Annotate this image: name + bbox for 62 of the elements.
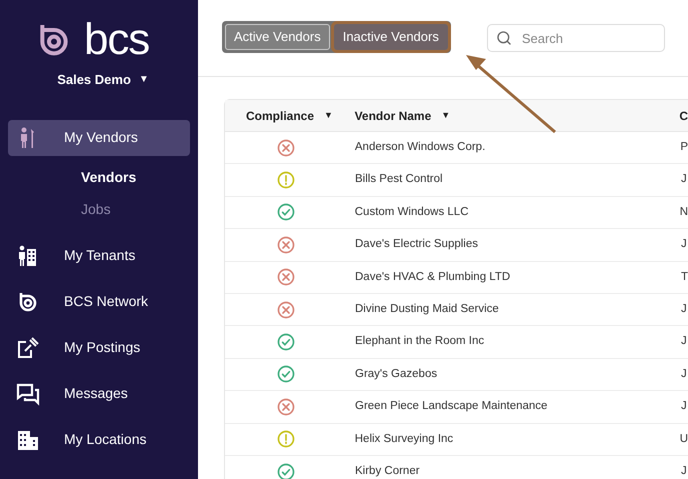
nav-item[interactable]: My Postings [8, 330, 190, 366]
table-cell-text: J [681, 302, 687, 318]
table-cell-text: N [680, 204, 688, 220]
table-cell-text: J [681, 366, 687, 382]
nav-item[interactable]: My Locations [8, 422, 190, 458]
table-row[interactable]: Kirby Corner J [225, 456, 688, 479]
table-row[interactable]: Dave's HVAC & Plumbing LTD T [225, 262, 688, 294]
nav-item[interactable]: Messages [8, 376, 190, 412]
table-cell-text: J [681, 172, 687, 188]
check-circle-icon [277, 203, 295, 222]
vendor-name: Custom Windows LLC [354, 204, 470, 220]
warning-circle-icon [277, 171, 295, 190]
error-circle-icon [277, 398, 295, 416]
nav-subitem[interactable]: Jobs [0, 194, 198, 226]
table-row[interactable]: Helix Surveying Inc U [225, 424, 688, 456]
nav-item[interactable]: BCS Network [8, 284, 190, 320]
search-field[interactable]: Search [486, 24, 665, 52]
account-dropdown[interactable]: Sales Demo ▼ [49, 70, 149, 90]
warning-circle-icon [277, 430, 295, 448]
table-row[interactable]: Custom Windows LLC N [225, 196, 688, 230]
table-row[interactable]: Divine Dusting Maid Service J [225, 294, 688, 326]
table-cell-text: J [681, 399, 687, 414]
logo-text: bcs [84, 18, 150, 62]
tab[interactable]: Active Vendors [225, 24, 330, 50]
vendor-name: Helix Surveying Inc [354, 432, 454, 447]
error-circle-icon [277, 236, 295, 254]
check-circle-icon [277, 365, 295, 384]
vendor-name: Bills Pest Control [355, 172, 444, 188]
vendor-name: Anderson Windows Corp. [354, 140, 486, 156]
vendor-name: Gray's Gazebos [355, 366, 438, 382]
column-header: C [679, 108, 688, 124]
nav-item[interactable]: My Vendors [8, 120, 190, 156]
tab[interactable]: Inactive Vendors [334, 24, 448, 50]
table-cell-text: P [680, 140, 688, 156]
check-circle-icon [277, 333, 295, 352]
table-row[interactable]: Gray's Gazebos J [225, 358, 688, 392]
vendor-name: Divine Dusting Maid Service [355, 302, 500, 318]
vendor-name: Dave's Electric Supplies [355, 237, 479, 252]
column-header[interactable]: Vendor Name ▼ [354, 106, 680, 124]
vendor-name: Dave's HVAC & Plumbing LTD [355, 270, 512, 285]
error-circle-icon [277, 300, 295, 319]
table-cell-text: J [681, 464, 687, 479]
table-row[interactable]: Elephant in the Room Inc J [225, 326, 688, 359]
table-row[interactable]: Anderson Windows Corp. P [225, 132, 688, 164]
table-cell-text: T [680, 270, 688, 285]
nav-item[interactable]: My Tenants [8, 238, 190, 274]
vendor-name: Green Piece Landscape Maintenance [355, 399, 548, 414]
chat-icon [16, 382, 40, 406]
vendor-name: Kirby Corner [355, 464, 421, 479]
error-circle-icon [277, 268, 295, 286]
table-cell-text: U [680, 432, 688, 447]
table-cell-text: J [681, 334, 687, 350]
column-header[interactable]: Compliance ▼ [225, 106, 355, 124]
nav-subitem[interactable]: Vendors [0, 162, 198, 194]
error-circle-icon [277, 138, 295, 157]
pin-note-icon [16, 336, 40, 360]
table-row[interactable]: Bills Pest Control J [225, 164, 688, 197]
table-cell-text: J [681, 237, 687, 252]
table-row[interactable]: Dave's Electric Supplies J [225, 229, 688, 262]
table-row[interactable]: Green Piece Landscape Maintenance J [225, 391, 688, 424]
search-icon [496, 30, 512, 46]
vendor-name: Elephant in the Room Inc [355, 334, 486, 350]
